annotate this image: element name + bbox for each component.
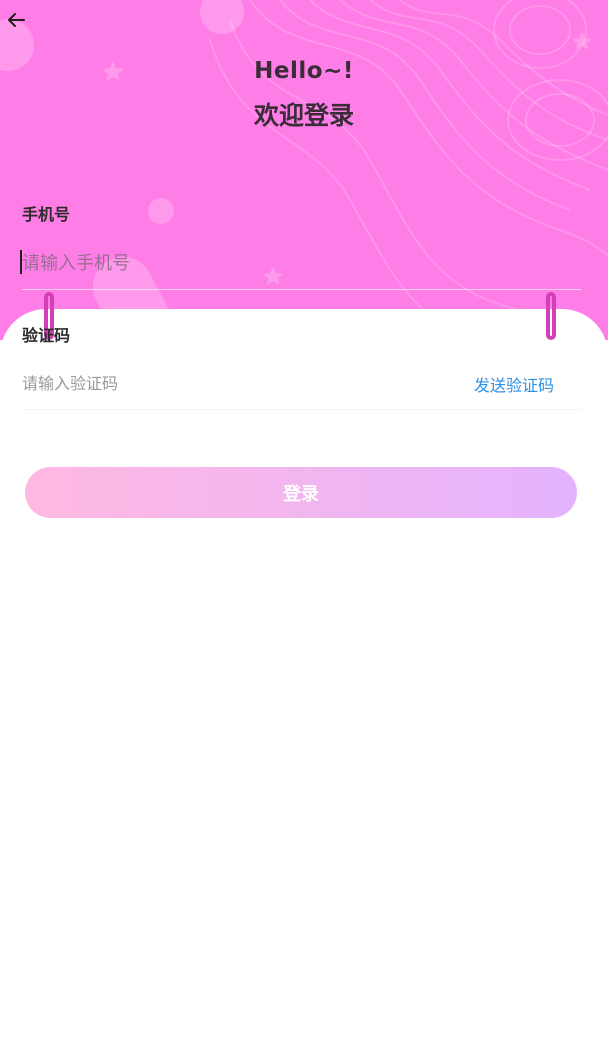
login-button[interactable]: 登录 <box>25 467 577 518</box>
phone-divider <box>22 289 581 290</box>
phone-input[interactable] <box>20 244 582 282</box>
greeting-title: Hello~! <box>254 58 354 84</box>
right-binder-ring <box>546 292 556 340</box>
code-label: 验证码 <box>22 326 71 345</box>
code-input[interactable] <box>22 366 442 400</box>
hero-background: Hello~! 欢迎登录 手机号 <box>0 0 608 340</box>
form-card <box>0 309 608 1059</box>
welcome-title: 欢迎登录 <box>253 101 354 130</box>
send-code-button[interactable]: 发送验证码 <box>474 372 554 396</box>
login-page: Hello~! 欢迎登录 手机号 验证码 发送验证码 登录 <box>0 0 608 1059</box>
code-divider <box>22 409 581 410</box>
phone-label: 手机号 <box>22 205 71 224</box>
text-cursor <box>20 250 22 274</box>
back-button[interactable] <box>6 12 32 42</box>
